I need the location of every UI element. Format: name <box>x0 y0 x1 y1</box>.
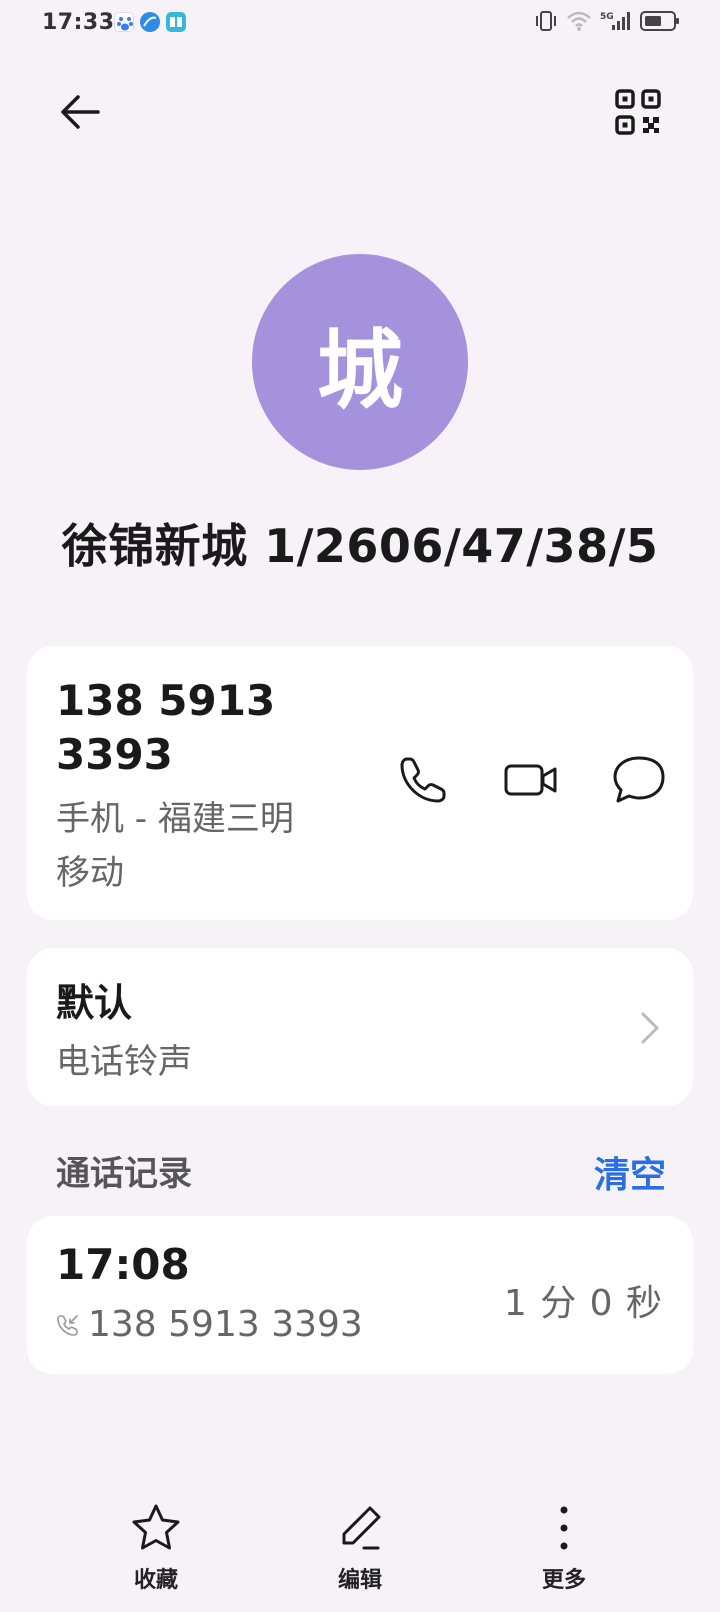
more-button[interactable]: 更多 <box>504 1500 624 1594</box>
ringtone-card[interactable]: 默认 电话铃声 <box>27 948 693 1106</box>
vibrate-icon <box>534 10 558 36</box>
phone-number-line1: 138 5913 <box>56 676 276 725</box>
phone-desc-line1: 手机 - 福建三明 <box>56 799 294 839</box>
phone-icon <box>400 757 446 803</box>
status-time: 17:33 <box>42 10 115 35</box>
svg-text:5G: 5G <box>600 12 614 22</box>
notification-icons <box>114 12 186 32</box>
browser-app-icon <box>140 12 160 32</box>
favorite-label: 收藏 <box>133 1568 178 1593</box>
edit-label: 编辑 <box>337 1568 382 1593</box>
phone-type-location: 手机 - 福建三明 移动 <box>56 792 356 900</box>
phone-number-card[interactable]: 138 5913 3393 手机 - 福建三明 移动 <box>27 646 693 920</box>
video-call-button[interactable] <box>499 748 563 812</box>
pencil-icon <box>342 1506 381 1550</box>
video-camera-icon <box>504 764 557 796</box>
contact-name: 徐锦新城 1/2606/47/38/5 <box>61 519 659 573</box>
phone-number: 138 5913 3393 <box>56 674 356 782</box>
phone-number-line2: 3393 <box>56 730 173 779</box>
reader-app-icon <box>166 12 186 32</box>
phone-desc-line2: 移动 <box>56 853 124 893</box>
call-log-title: 通话记录 <box>56 1154 192 1194</box>
wifi-icon <box>566 10 592 36</box>
back-button[interactable] <box>52 84 108 140</box>
favorite-button[interactable]: 收藏 <box>96 1500 216 1594</box>
message-bubble-icon <box>613 756 665 803</box>
avatar[interactable]: 城 <box>252 254 468 470</box>
edit-button[interactable]: 编辑 <box>300 1500 420 1594</box>
more-vertical-icon <box>560 1506 568 1550</box>
star-icon <box>132 1504 180 1550</box>
baidu-app-icon <box>114 12 134 32</box>
call-number-row: 138 5913 3393 <box>56 1304 363 1345</box>
ringtone-value: 默认 <box>56 981 133 1025</box>
qr-code-button[interactable] <box>610 84 666 140</box>
avatar-letter: 城 <box>317 320 403 421</box>
arrow-left-icon <box>61 95 100 129</box>
call-number: 138 5913 3393 <box>88 1304 363 1345</box>
contact-detail-screen: 17:33 5G 城 徐锦新城 1/2606/47/38/5 138 5913 … <box>0 0 720 1612</box>
qr-code-icon <box>615 89 661 135</box>
status-right: 5G <box>534 10 680 36</box>
ringtone-label: 电话铃声 <box>56 1042 192 1082</box>
battery-icon <box>640 10 680 36</box>
chevron-right-icon <box>641 1012 659 1044</box>
incoming-call-icon <box>57 1314 78 1336</box>
message-button[interactable] <box>607 748 671 812</box>
call-log-entry[interactable]: 17:08 138 5913 3393 1 分 0 秒 <box>27 1216 693 1374</box>
call-duration: 1 分 0 秒 <box>503 1283 663 1324</box>
bottom-action-bar: 收藏 编辑 更多 <box>0 1500 720 1612</box>
more-label: 更多 <box>541 1568 586 1593</box>
signal-icon: 5G <box>600 10 632 36</box>
status-bar: 17:33 5G <box>0 0 720 48</box>
call-time: 17:08 <box>56 1240 190 1289</box>
clear-call-log-button[interactable]: 清空 <box>594 1146 666 1198</box>
call-button[interactable] <box>391 748 455 812</box>
